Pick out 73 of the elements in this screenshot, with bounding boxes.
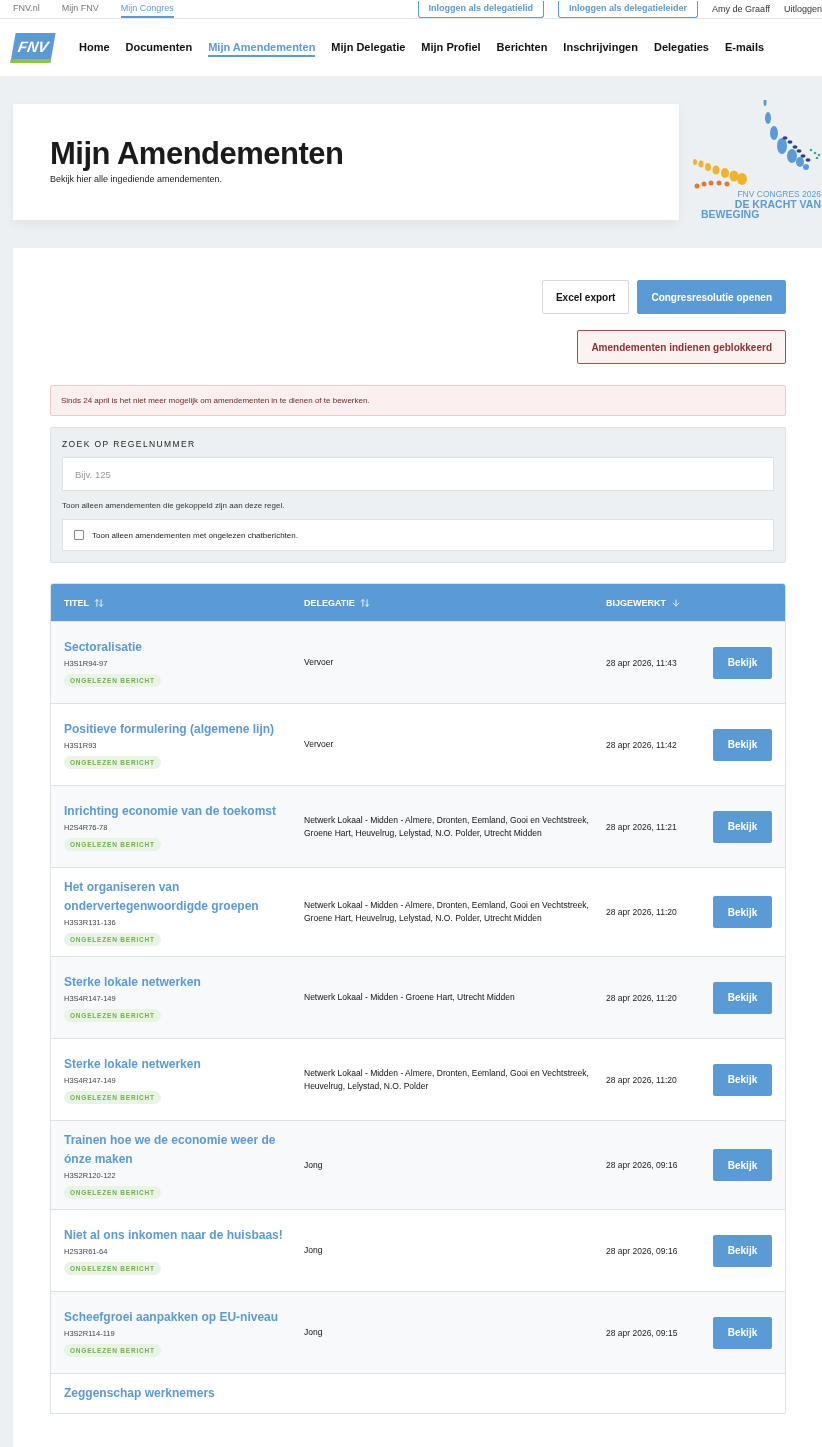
field-hint: Toon alleen amendementen die gekoppeld zijn aan deze regel. [62,501,286,510]
amendment-title[interactable]: Scheefgroei aanpakken op EU-niveau [64,1308,287,1327]
sort-down-icon [671,597,681,608]
column-header[interactable]: BIJGEWERKT [606,597,712,608]
amendment-title[interactable]: Sectoralisatie [64,638,151,657]
view-button[interactable]: Bekijk [713,1149,772,1181]
updated-cell-text: 28 apr 2026, 09:15 [606,1327,679,1338]
nav-item[interactable]: Mijn Profiel [421,38,481,57]
delegation-cell-text: Vervoer [304,738,335,751]
nav-item[interactable]: Delegaties [653,38,709,57]
nav-item[interactable]: Mijn Amendementen [208,38,316,57]
amendment-title[interactable]: Niet al ons inkomen naar de huisbaas! [64,1226,291,1245]
updated-cell-text: 28 apr 2026, 09:16 [606,1245,679,1256]
view-button[interactable]: Bekijk [713,1316,772,1349]
login-button[interactable]: Inloggen als delegatielid [417,1,545,18]
page-title: Mijn Amendementen [50,136,345,172]
nav-item[interactable]: Documenten [125,38,193,57]
fnv-logo[interactable]: FNV [10,32,56,63]
line-number-field[interactable]: Bijv. 125 [62,457,774,491]
open-button[interactable]: Congresresolutie openen [637,280,786,314]
congress-year: FNV CONGRES 2026 [737,190,821,199]
delegation-cell-text: Vervoer [304,656,335,669]
checkbox[interactable] [74,530,84,540]
delegation-cell-text: Netwerk Lokaal - Midden - Almere, Dronten, Eemland, Gooi en Vechtstreek, Groene Hart, Heuvelrug, Lelystad, N.O. Polder, Utrecht Midden [304,813,590,840]
updated-cell-text: 28 apr 2026, 11:21 [606,821,678,832]
view-button[interactable]: Bekijk [713,728,772,761]
amendment-title[interactable]: Sterke lokale netwerken [64,1055,209,1074]
updated-cell-text: 28 apr 2026, 11:42 [606,739,678,750]
delegation-cell-text: Netwerk Lokaal - Midden - Almere, Dronten, Eemland, Gooi en Vechtstreek, Groene Hart, Heuvelrug, Lelystad, N.O. Polder, Utrecht Midden [304,899,590,925]
updated-cell-text: 28 apr 2026, 11:20 [606,992,678,1003]
export-button[interactable]: Excel export [541,280,630,314]
view-button[interactable]: Bekijk [713,1234,772,1267]
updated-cell-text: 28 apr 2026, 11:20 [606,907,678,917]
nav-item[interactable]: Inschrijvingen [563,38,638,57]
column-header[interactable]: DELEGATIE [304,597,606,608]
amendment-title[interactable]: Het organiseren van ondervertegenwoordigde groepen [64,878,304,916]
nav-item[interactable]: Berichten [496,38,548,57]
page-subtitle: Bekijk hier alle ingediende amendementen. [50,174,224,184]
logout-link[interactable]: Uitloggen [783,4,822,18]
column-header[interactable]: TITEL [64,597,304,608]
view-button[interactable]: Bekijk [713,1063,772,1096]
delegation-cell-text: Netwerk Lokaal - Midden - Almere, Dronten, Eemland, Gooi en Vechtstreek, Heuvelrug, Lelystad, N.O. Polder [304,1066,590,1093]
delegation-cell-text: Jong [304,1158,324,1172]
checkbox-label: Toon alleen amendementen met ongelezen chatberichten. [92,530,298,540]
updated-cell-text: 28 apr 2026, 11:43 [606,657,678,668]
view-button[interactable]: Bekijk [713,646,772,679]
blocked-status-button[interactable]: Amendementen indienen geblokkeerd [577,330,786,364]
view-button[interactable]: Bekijk [713,896,772,928]
sort-icon [359,597,370,608]
amendment-title[interactable]: Zeggenschap werknemers [64,1384,223,1403]
amendment-title[interactable]: Positieve formulering (algemene lijn) [64,720,283,739]
updated-cell-text: 28 apr 2026, 09:16 [606,1160,679,1170]
login-button[interactable]: Inloggen als delegatieleider [558,1,699,18]
congress-slogan: DE KRACHT VAN [734,198,821,209]
alert-message: Sinds 24 april is het niet meer mogelijk om amendementen in te dienen of te bewerken. [50,385,786,416]
view-button[interactable]: Bekijk [713,981,772,1014]
congress-slogan: BEWEGING [701,209,760,220]
nav-item[interactable]: E-mails [724,38,765,57]
top-link[interactable]: FNV.nl [13,3,40,18]
delegation-cell-text: Netwerk Lokaal - Midden - Groene Hart, Utrecht Midden [304,991,516,1004]
sort-icon [94,597,104,608]
amendment-title[interactable]: Trainen hoe we de economie weer de ónze maken [64,1131,304,1169]
nav-item[interactable]: Mijn Delegatie [331,38,406,57]
delegation-cell-text: Jong [304,1326,324,1339]
amendment-title[interactable]: Sterke lokale netwerken [64,973,209,992]
top-link[interactable]: Mijn FNV [61,3,99,18]
view-button[interactable]: Bekijk [713,810,772,843]
delegation-cell-text: Jong [304,1244,324,1257]
updated-cell-text: 28 apr 2026, 11:20 [606,1074,678,1085]
user-name: Amy de Graaff [712,4,770,16]
field-label: ZOEK OP REGELNUMMER [62,439,197,449]
nav-item[interactable]: Home [79,38,110,57]
amendment-title[interactable]: Inrichting economie van de toekomst [64,802,285,821]
